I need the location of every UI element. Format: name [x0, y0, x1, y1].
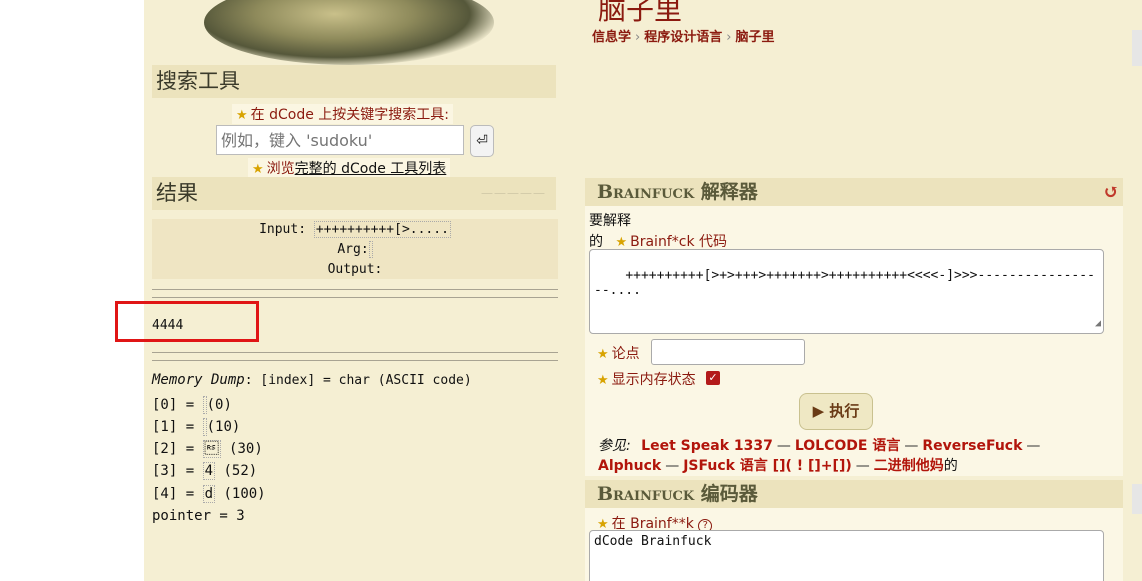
search-input[interactable]	[216, 125, 464, 155]
results-section-header: 结果 —————	[152, 177, 556, 210]
memory-toggle-label: ★ 显示内存状态	[597, 369, 696, 389]
browse-prefix: 浏览	[266, 161, 295, 177]
code-label-prefix: 的	[589, 234, 603, 250]
left-sidebar: 搜索工具 ★在 dCode 上按关键字搜索工具: ⏎ ★浏览完整的 dCode …	[144, 0, 570, 581]
breadcrumb-item[interactable]: 程序设计语言	[644, 30, 722, 45]
divider	[152, 289, 558, 290]
divider	[152, 360, 558, 361]
scrollbar-thumb[interactable]	[1132, 30, 1142, 66]
memory-char	[202, 440, 221, 458]
browse-link-text[interactable]: 完整的 dCode 工具列表	[295, 161, 447, 177]
scrollbar-thumb[interactable]	[1132, 484, 1142, 514]
memory-row: [0] = (0)	[152, 394, 232, 416]
memory-code: (52)	[223, 463, 258, 479]
see-also-link[interactable]: Leet Speak 1337	[641, 438, 773, 454]
star-icon: ★	[597, 373, 609, 388]
results-section-title: 结果	[156, 181, 198, 205]
memory-toggle-checkbox[interactable]: ✓	[706, 371, 720, 385]
memory-row: [1] = (10)	[152, 416, 240, 438]
see-also-link[interactable]: Alphuck	[598, 458, 661, 474]
star-icon: ★	[615, 235, 628, 250]
see-also-link[interactable]: ReverseFuck	[922, 438, 1022, 454]
star-icon: ★	[597, 347, 609, 362]
see-also-label: 参见:	[598, 438, 631, 454]
memory-dump-title: Memory Dump: [index] = char (ASCII code)	[152, 372, 472, 388]
see-also-link[interactable]: JSFuck 语言 []( ! []+[])	[683, 458, 852, 474]
arg-row: Arg:	[152, 240, 558, 260]
argument-input[interactable]	[651, 339, 805, 365]
memory-row: [3] = 4 (52)	[152, 460, 257, 482]
memory-code: (100)	[223, 486, 266, 502]
output-row: Output:	[152, 260, 558, 280]
memory-code: (0)	[206, 397, 232, 413]
see-also-suffix: 的	[943, 458, 958, 474]
enter-icon: ⏎	[476, 133, 488, 149]
argument-label: ★ 论点	[597, 343, 640, 363]
encoder-header: Brainfuck 编码器	[585, 480, 1123, 508]
interpreter-header: Brainfuck 解释器 ↺	[585, 178, 1123, 206]
encoder-text: dCode Brainfuck	[594, 534, 712, 549]
memory-index: [4] =	[152, 486, 195, 502]
encoder-textarea[interactable]: dCode Brainfuck	[589, 530, 1104, 581]
code-label-line2: 的 ★ Brainf*ck 代码	[589, 231, 727, 251]
arg-label: Arg:	[337, 242, 369, 257]
dcode-logo-image	[204, 0, 494, 65]
output-label: Output:	[327, 262, 383, 277]
reload-icon[interactable]: ↺	[1103, 178, 1119, 206]
memory-index: [0] =	[152, 397, 195, 413]
breadcrumb: 信息学 › 程序设计语言 › 脑子里	[592, 30, 775, 45]
input-row: Input: ++++++++++[>.....	[152, 220, 558, 240]
resize-grip-icon[interactable]: ◢	[1095, 316, 1101, 331]
io-summary: Input: ++++++++++[>..... Arg: Output:	[152, 219, 558, 279]
memory-char: 4	[202, 462, 216, 480]
see-also-link[interactable]: LOLCODE 语言	[795, 438, 900, 454]
memory-index: [1] =	[152, 419, 195, 435]
arg-value	[368, 241, 373, 258]
code-label-text: Brainf*ck 代码	[630, 234, 727, 250]
interpreter-title: Brainfuck 解释器	[597, 181, 758, 203]
search-label: ★ 在 dCode 上按关键字搜索工具:	[232, 104, 454, 124]
code-value: ++++++++++[>+>+++>+++++++>++++++++++<<<<…	[594, 268, 1095, 298]
memory-index: [3] =	[152, 463, 195, 479]
search-section-title: 搜索工具	[156, 69, 240, 93]
memory-dump-legend: : [index] = char (ASCII code)	[244, 373, 472, 388]
argument-label-text: 论点	[611, 346, 640, 362]
memory-code: (30)	[229, 441, 263, 457]
search-label-text: 在 dCode 上按关键字搜索工具:	[250, 107, 450, 123]
brainfuck-code-textarea[interactable]: ++++++++++[>+>+++>+++++++>++++++++++<<<<…	[589, 249, 1104, 334]
memory-toggle-text: 显示内存状态	[611, 372, 696, 388]
memory-dump-label: Memory Dump	[152, 372, 245, 388]
search-section-header: 搜索工具	[152, 65, 556, 98]
see-also-link[interactable]: 二进制他妈	[874, 458, 944, 474]
search-submit-button[interactable]: ⏎	[470, 125, 494, 157]
star-icon: ★	[252, 162, 264, 177]
collapse-handle[interactable]: —————	[481, 177, 546, 210]
page-title: 脑子里	[598, 0, 683, 26]
pointer-line: pointer = 3	[152, 508, 245, 524]
memory-row: [2] = (30)	[152, 438, 263, 460]
breadcrumb-item[interactable]: 脑子里	[735, 30, 774, 45]
memory-row: [4] = d (100)	[152, 483, 266, 505]
star-icon: ★	[236, 108, 248, 123]
memory-index: [2] =	[152, 441, 195, 457]
divider	[152, 352, 558, 353]
main-content: 脑子里 信息学 › 程序设计语言 › 脑子里 Brainfuck 解释器 ↺ 要解释 的…	[570, 0, 1142, 581]
breadcrumb-item[interactable]: 信息学	[592, 30, 631, 45]
input-value: ++++++++++[>.....	[313, 221, 451, 238]
memory-char: d	[202, 485, 216, 503]
run-button[interactable]: ▶ 执行	[799, 393, 873, 430]
browse-tools-link[interactable]: ★ 浏览完整的 dCode 工具列表	[248, 158, 451, 178]
see-also: 参见: Leet Speak 1337— LOLCODE 语言 — ReverseFu…	[598, 438, 1041, 474]
memory-code: (10)	[206, 419, 241, 435]
code-label-line1: 要解释	[589, 213, 631, 229]
divider	[152, 297, 558, 298]
encoder-title: Brainfuck 编码器	[597, 483, 758, 505]
output-highlight-box	[115, 301, 259, 342]
input-label: Input:	[259, 222, 307, 237]
